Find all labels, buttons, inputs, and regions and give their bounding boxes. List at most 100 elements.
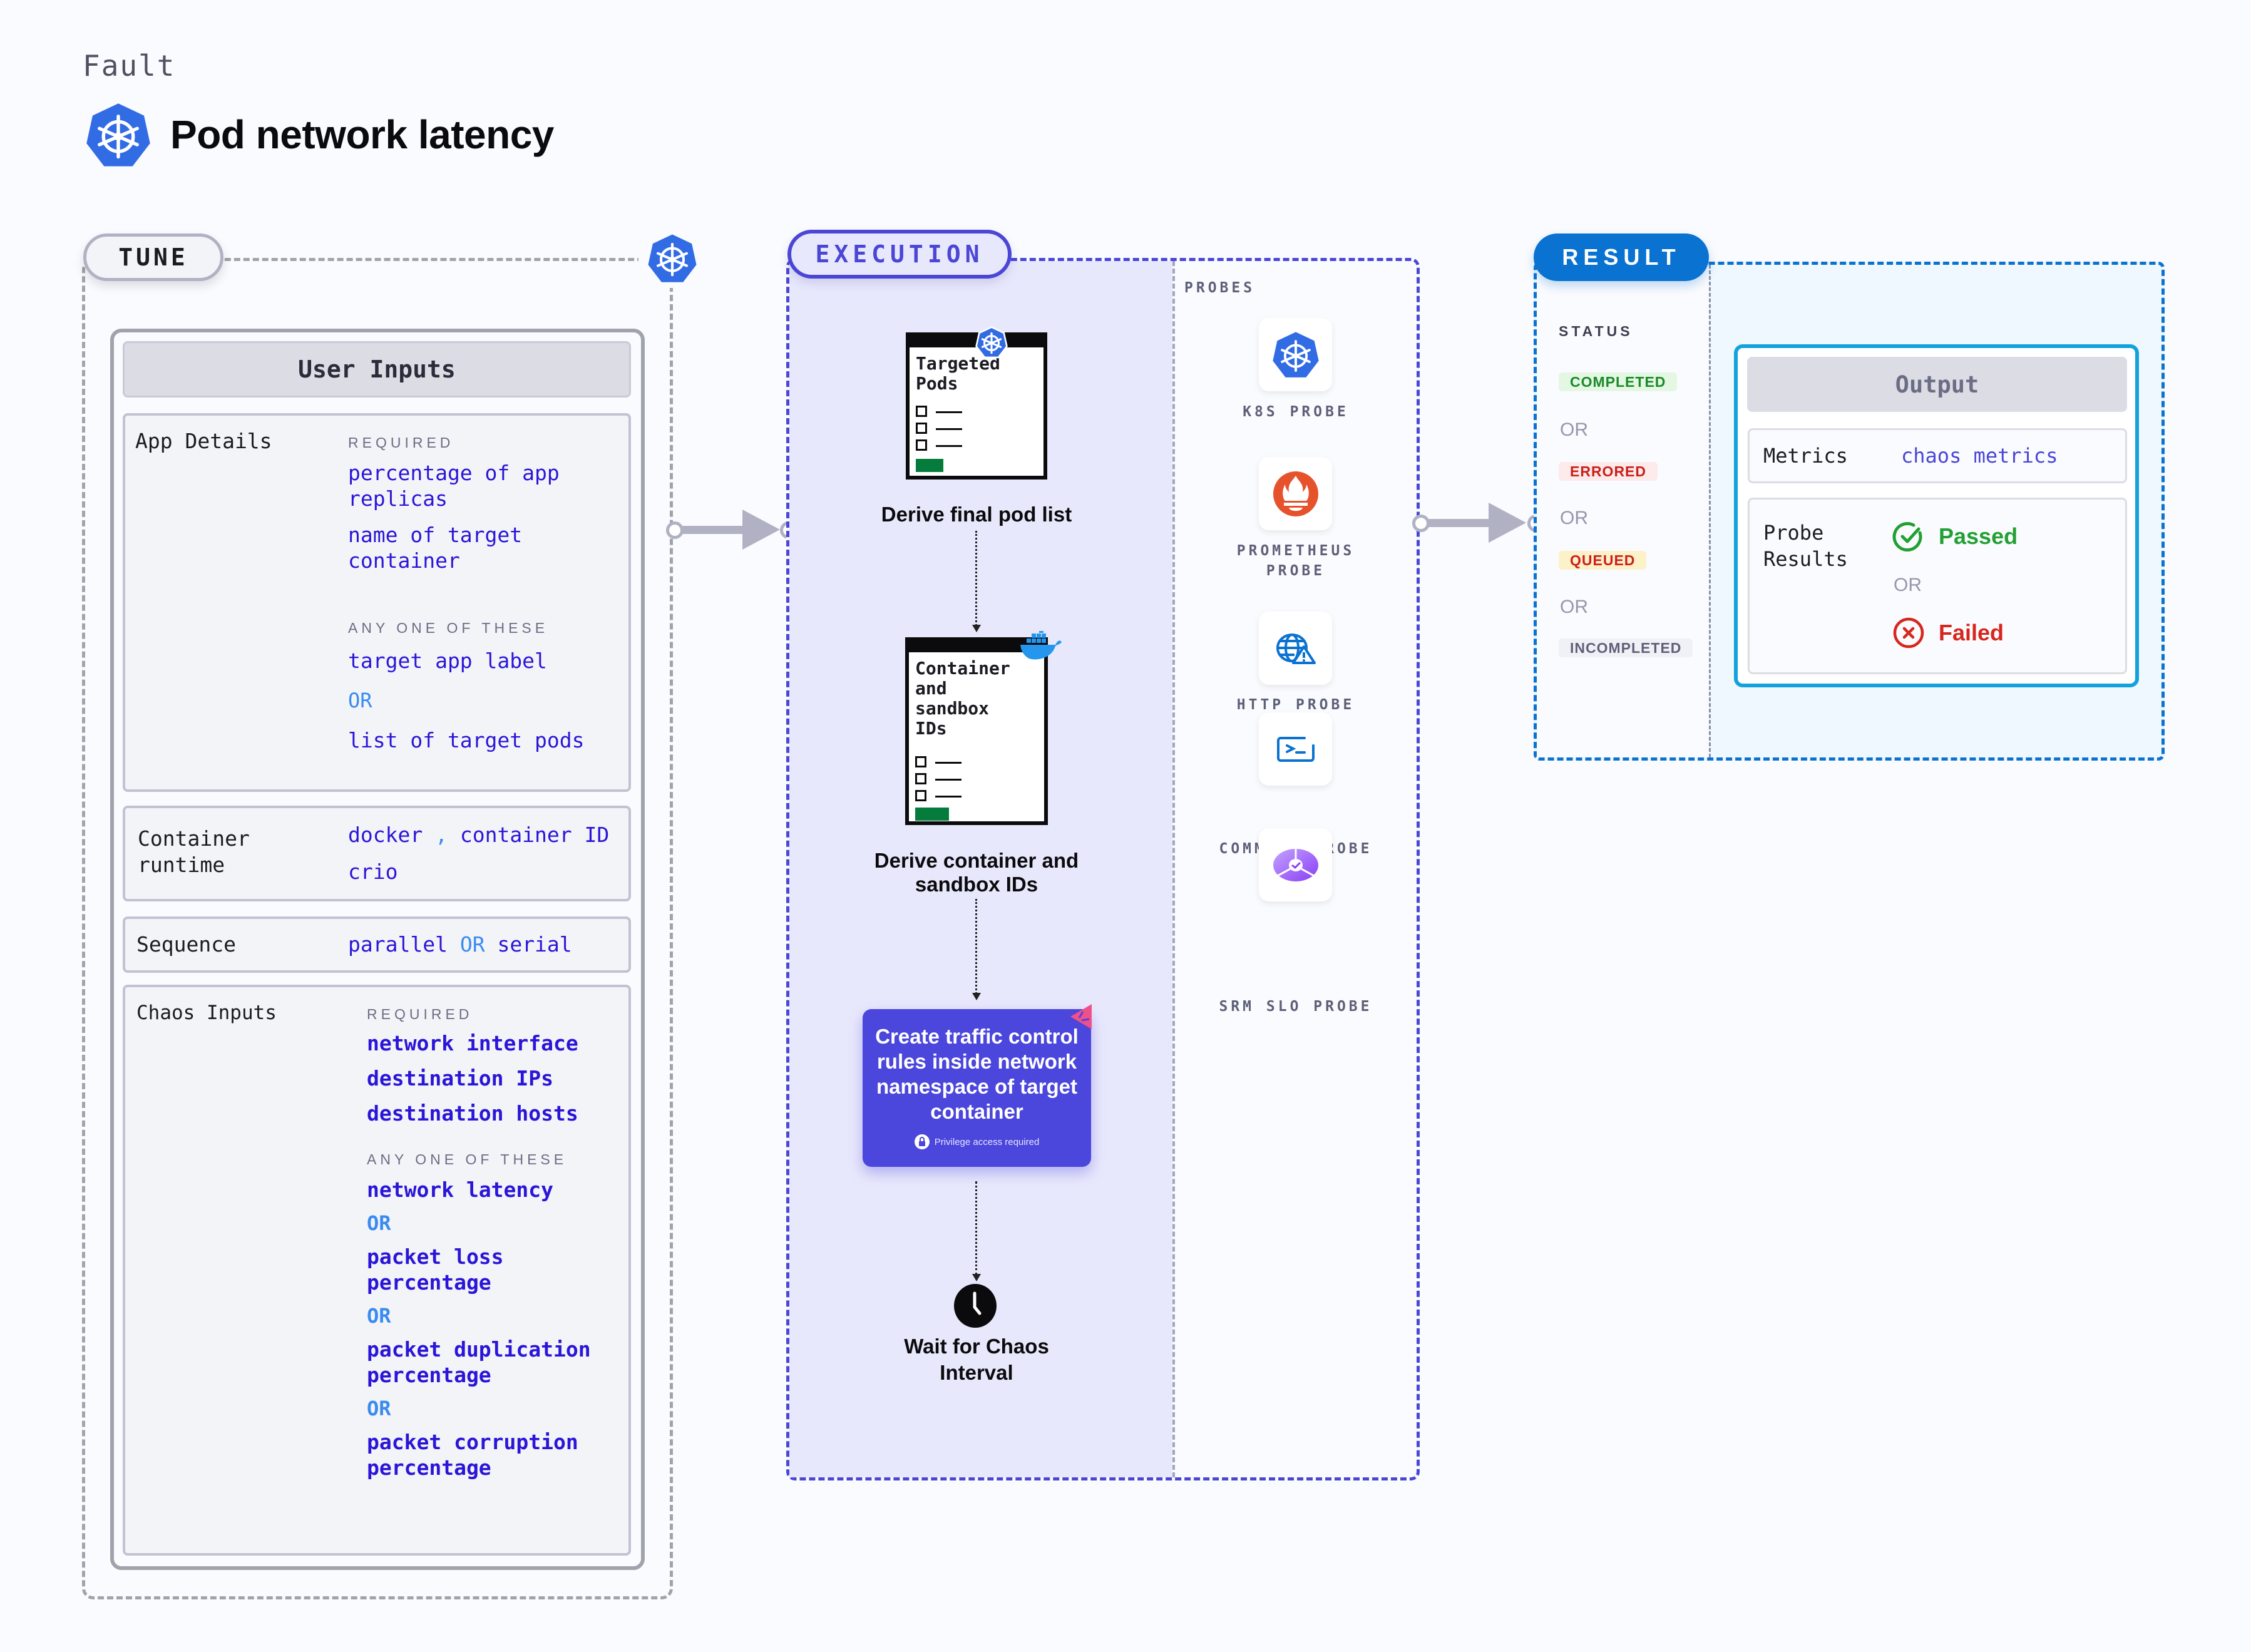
required-tag: REQUIRED <box>348 434 454 451</box>
metrics-label: Metrics <box>1763 444 1848 468</box>
execution-divider <box>1172 261 1175 1477</box>
step-label: Create traffic control rules inside netw… <box>875 1025 1079 1123</box>
or-separator: OR <box>459 932 485 957</box>
probe-srm-slo[interactable] <box>1259 828 1332 901</box>
input-value: packet corruption percentage <box>367 1430 578 1480</box>
probes-heading: PROBES <box>1184 280 1256 296</box>
doc-title: Container and sandbox IDs <box>915 658 1010 739</box>
sequence-label: Sequence <box>136 932 236 957</box>
input-value: network latency <box>367 1177 554 1202</box>
lock-icon <box>914 1134 930 1149</box>
runtime-crio: crio <box>348 859 398 884</box>
probe-passed: Passed <box>1939 523 2018 549</box>
metrics-value: chaos metrics <box>1901 444 2058 468</box>
probe-results-row: Probe Results <box>1748 498 2127 674</box>
probe-label: PROMETHEUS PROBE <box>1236 543 1355 579</box>
flow-arrow-head <box>972 625 981 632</box>
probe-failed: Failed <box>1939 620 2004 645</box>
step-label: Wait for Chaos Interval <box>904 1335 1049 1384</box>
flow-connector <box>975 1181 977 1275</box>
input-value: name of target container <box>348 523 523 573</box>
chaos-injection-step: Create traffic control rules inside netw… <box>863 1009 1091 1167</box>
required-tag: REQUIRED <box>367 1006 473 1022</box>
sequence-parallel: parallel <box>348 932 448 957</box>
probe-command[interactable] <box>1259 712 1332 786</box>
flow-connector <box>975 899 977 994</box>
flow-connector <box>975 531 977 626</box>
green-bar <box>916 459 943 472</box>
chaos-inputs-label: Chaos Inputs <box>136 1002 277 1024</box>
any-one-tag: ANY ONE OF THESE <box>367 1151 568 1167</box>
chaos-inputs-card: Chaos Inputs REQUIRED network interface … <box>123 985 631 1556</box>
prometheus-icon <box>1273 471 1318 516</box>
probe-http[interactable] <box>1259 612 1332 685</box>
status-heading: STATUS <box>1559 323 1633 339</box>
result-tab[interactable]: RESULT <box>1534 233 1709 281</box>
docker-icon <box>1020 631 1062 660</box>
input-value: percentage of app replicas <box>348 461 560 511</box>
sequence-serial: serial <box>497 932 572 957</box>
or-separator: OR <box>367 1304 391 1328</box>
input-value: packet loss percentage <box>367 1244 504 1295</box>
probe-k8s[interactable] <box>1259 318 1332 391</box>
or-separator: OR <box>367 1397 391 1420</box>
execution-tab[interactable]: EXECUTION <box>787 230 1012 279</box>
sequence-card: Sequence parallel OR serial <box>123 916 631 973</box>
x-circle-icon <box>1893 617 1924 649</box>
slo-icon <box>1273 848 1318 881</box>
probe-prometheus[interactable] <box>1259 457 1332 530</box>
flow-arrow-head <box>1489 503 1526 543</box>
http-globe-icon <box>1276 633 1316 664</box>
runtime-container-id: container ID <box>459 823 610 847</box>
container-runtime-card: Container runtime docker , container ID … <box>123 806 631 901</box>
input-value: network interface <box>367 1031 578 1055</box>
green-bar <box>915 808 949 821</box>
probe-results-label: Probe Results <box>1763 521 1848 571</box>
user-inputs-title: User Inputs <box>123 341 631 398</box>
probe-label: SRM SLO PROBE <box>1219 998 1373 1015</box>
runtime-docker: docker <box>348 823 423 847</box>
privilege-text: Privilege access required <box>934 1136 1040 1147</box>
input-value: destination IPs <box>367 1066 554 1090</box>
flow-arrow-line <box>673 526 748 534</box>
flow-arrow-head <box>972 1274 981 1281</box>
tune-tab[interactable]: TUNE <box>83 233 223 281</box>
any-one-tag: ANY ONE OF THESE <box>348 620 549 636</box>
page-title: Pod network latency <box>170 112 554 157</box>
connector-dot <box>1412 515 1430 532</box>
flow-arrow-head <box>742 510 780 550</box>
or-separator: OR <box>1560 419 1588 440</box>
kubernetes-icon <box>975 326 1008 359</box>
comma-separator: , <box>435 823 448 847</box>
terminal-icon <box>1276 736 1315 762</box>
container-ids-doc: Container and sandbox IDs <box>905 637 1048 825</box>
input-value: packet duplication percentage <box>367 1337 591 1387</box>
container-runtime-label: Container runtime <box>138 826 250 877</box>
privilege-note: Privilege access required <box>863 1134 1091 1149</box>
input-value: target app label <box>348 649 547 673</box>
fault-eyebrow: Fault <box>83 49 176 83</box>
or-separator: OR <box>1894 575 1922 595</box>
connector-dot <box>666 521 684 539</box>
kubernetes-icon <box>86 103 150 167</box>
app-details-label: App Details <box>135 429 272 453</box>
status-badge-queued: QUEUED <box>1559 551 1647 570</box>
or-separator: OR <box>367 1211 391 1235</box>
app-details-card: App Details REQUIRED percentage of app r… <box>123 413 631 792</box>
or-separator: OR <box>1560 597 1588 617</box>
flow-arrow-head <box>972 993 981 1000</box>
chaos-icon <box>1070 1004 1092 1029</box>
step-label: Derive final pod list <box>881 503 1072 526</box>
status-badge-completed: COMPLETED <box>1559 372 1678 391</box>
kubernetes-icon <box>648 234 697 282</box>
input-value: destination hosts <box>367 1101 578 1126</box>
clock-icon <box>954 1284 997 1328</box>
or-separator: OR <box>1560 508 1588 528</box>
output-title: Output <box>1747 357 2127 412</box>
step-label: Derive container and sandbox IDs <box>874 849 1079 896</box>
result-divider <box>1709 265 1711 757</box>
status-badge-incompleted: INCOMPLETED <box>1559 639 1693 657</box>
kubernetes-icon <box>1272 331 1319 377</box>
status-badge-errored: ERRORED <box>1559 462 1658 481</box>
or-separator: OR <box>348 689 372 712</box>
